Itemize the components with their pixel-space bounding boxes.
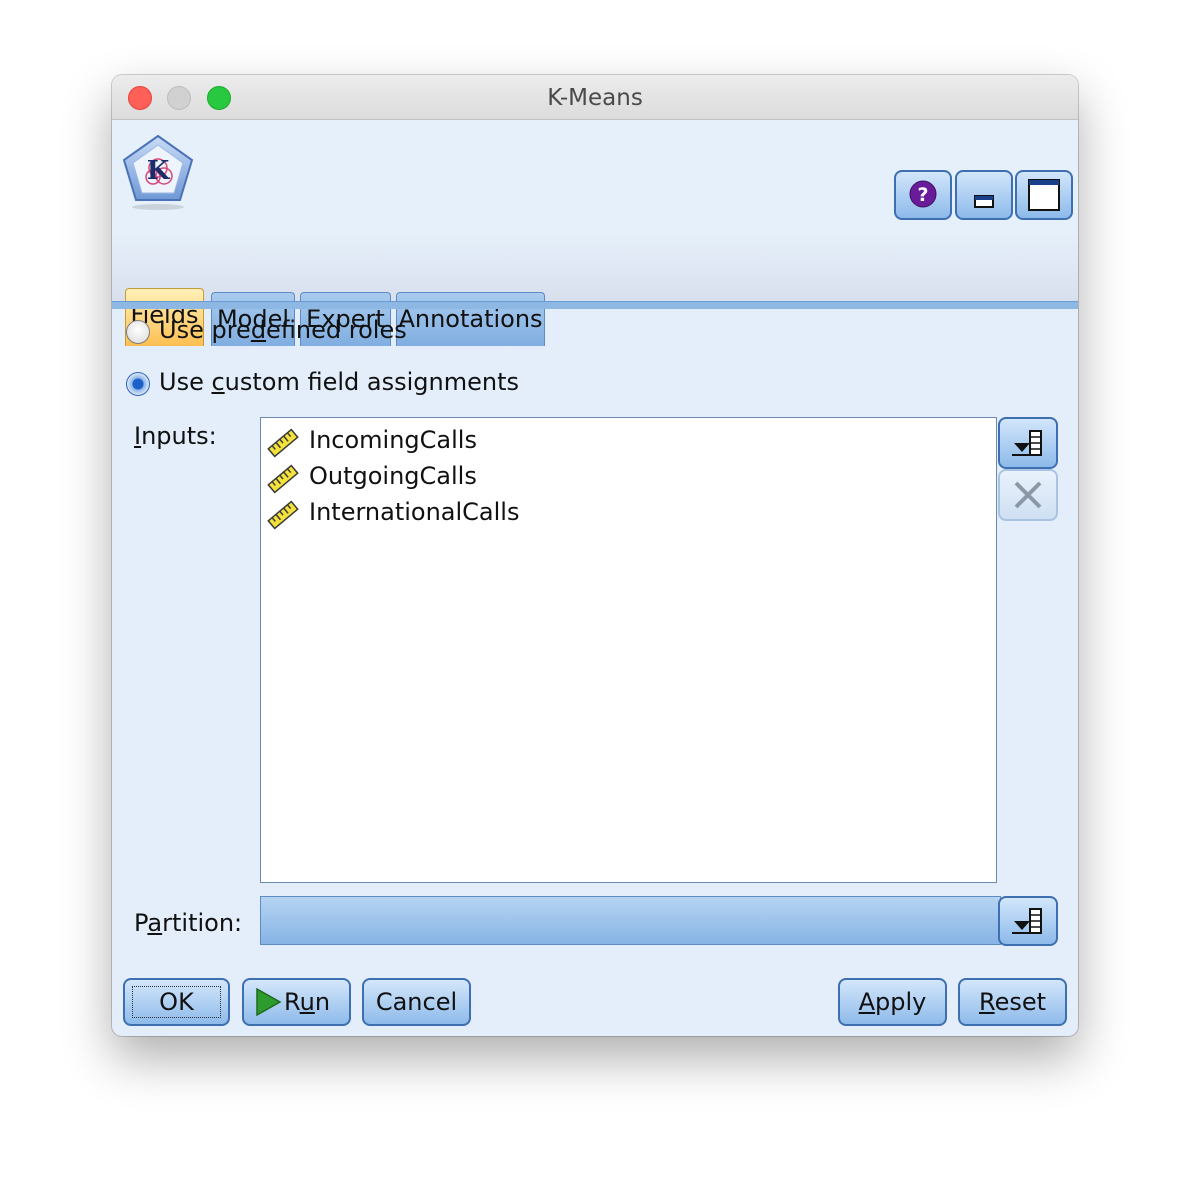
radio-button-custom[interactable]: [126, 372, 150, 396]
remove-input-button[interactable]: [998, 469, 1058, 521]
delete-x-icon: [1014, 481, 1042, 509]
continuous-field-icon: [267, 500, 299, 530]
kmeans-dialog: K-Means K ? Fields Model Expert Annotati…: [112, 75, 1078, 1036]
svg-text:K: K: [147, 156, 171, 186]
minimize-panel-button[interactable]: [955, 170, 1013, 220]
field-picker-icon: [1012, 908, 1042, 934]
minimize-icon: [974, 195, 994, 208]
list-item[interactable]: OutgoingCalls: [267, 461, 667, 495]
radio-button-predefined[interactable]: [126, 320, 150, 344]
field-picker-icon: [1012, 430, 1042, 456]
reset-button[interactable]: Reset: [958, 978, 1067, 1026]
help-icon: ?: [909, 180, 937, 208]
select-partition-button[interactable]: [998, 896, 1058, 946]
partition-label: Partition:: [134, 909, 243, 937]
partition-field[interactable]: [260, 896, 1001, 945]
radio-label-custom: Use custom field assignments: [159, 368, 519, 396]
tab-underline: [112, 301, 1078, 309]
list-item[interactable]: InternationalCalls: [267, 497, 667, 531]
kmeans-node-icon: K: [122, 134, 194, 210]
ok-button[interactable]: OK: [123, 978, 230, 1026]
help-button[interactable]: ?: [894, 170, 952, 220]
radio-label-predefined: Use predefined roles: [159, 316, 407, 344]
window-title: K-Means: [547, 85, 643, 111]
run-button[interactable]: Run: [242, 978, 351, 1026]
dialog-header: K ? Fields Model Expert Annotations: [112, 120, 1078, 346]
play-icon: [256, 987, 282, 1017]
focus-ring: [132, 986, 221, 1018]
continuous-field-icon: [267, 428, 299, 458]
title-bar: K-Means: [112, 75, 1078, 120]
maximize-icon: [1028, 179, 1060, 211]
cancel-button[interactable]: Cancel: [362, 978, 471, 1026]
inputs-label: Inputs:: [134, 422, 217, 450]
svg-text:?: ?: [917, 184, 928, 206]
maximize-panel-button[interactable]: [1015, 170, 1073, 220]
list-item[interactable]: IncomingCalls: [267, 425, 667, 459]
field-name: InternationalCalls: [309, 498, 520, 526]
field-name: OutgoingCalls: [309, 462, 477, 490]
continuous-field-icon: [267, 464, 299, 494]
select-inputs-button[interactable]: [998, 417, 1058, 469]
field-name: IncomingCalls: [309, 426, 477, 454]
apply-button[interactable]: Apply: [838, 978, 947, 1026]
radio-use-custom-field-assignments[interactable]: Use custom field assignments: [126, 368, 519, 400]
radio-use-predefined-roles[interactable]: Use predefined roles: [126, 316, 426, 348]
inputs-list[interactable]: IncomingCalls OutgoingCalls Internationa…: [260, 417, 997, 883]
